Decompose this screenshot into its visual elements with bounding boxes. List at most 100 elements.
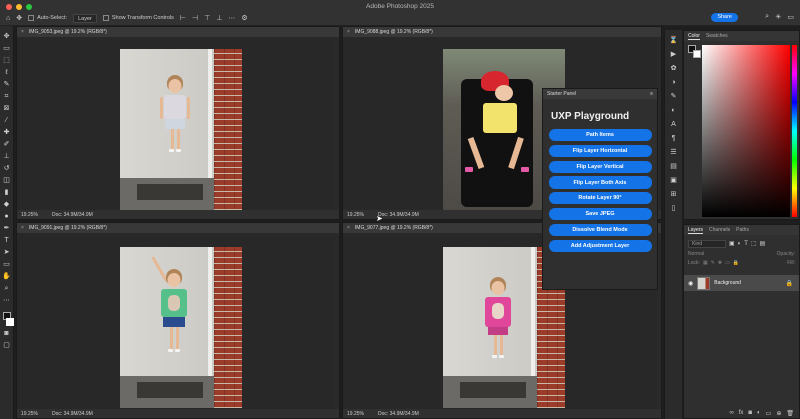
distribute-icon[interactable]: ⋯ [228, 15, 235, 22]
info-icon[interactable]: ⊞ [671, 190, 677, 199]
auto-select-checkbox[interactable] [28, 15, 35, 21]
move-tool-icon[interactable]: ✥ [16, 15, 22, 22]
tab-swatches[interactable]: Swatches [706, 33, 728, 39]
document-window-3[interactable]: × IMG_9091.jpeg @ 19.2% (RGB/8*) 19.25% … [16, 222, 340, 419]
share-button[interactable]: Share [711, 13, 738, 22]
layer-style-icon[interactable]: fx [739, 410, 744, 416]
paragraph-icon[interactable]: ¶ [672, 134, 676, 143]
blur-tool-icon[interactable]: ◆ [2, 200, 12, 209]
zoom-level[interactable]: 19.25% [21, 411, 38, 417]
eraser-tool-icon[interactable]: ◫ [2, 176, 12, 185]
artboard-tool-icon[interactable]: ▭ [2, 44, 12, 53]
align-top-icon[interactable]: ⊥ [216, 15, 222, 22]
flip-horizontal-button[interactable]: Flip Layer Horizontal [548, 144, 652, 158]
filter-smart-icon[interactable]: ▤ [760, 240, 766, 247]
plugins-icon[interactable]: ✿ [671, 64, 677, 73]
tab-paths[interactable]: Paths [736, 227, 749, 233]
crop-tool-icon[interactable]: ⌗ [2, 92, 12, 101]
background-color-swatch[interactable] [5, 318, 14, 326]
learn-icon[interactable]: ☀ [775, 13, 781, 21]
type-tool-icon[interactable]: T [2, 236, 12, 245]
frame-tool-icon[interactable]: ⊠ [2, 104, 12, 113]
new-layer-icon[interactable]: ⊕ [776, 410, 781, 417]
layer-kind-filter[interactable]: Kind [688, 239, 726, 248]
lock-paint-icon[interactable]: ✎ [711, 260, 715, 266]
align-left-icon[interactable]: ⊢ [180, 15, 186, 22]
edit-toolbar-icon[interactable]: ⋯ [2, 296, 12, 305]
navigator-icon[interactable]: ▯ [672, 204, 676, 213]
home-icon[interactable]: ⌂ [6, 15, 10, 22]
close-tab-icon[interactable]: × [347, 225, 350, 231]
vertical-scrollbar[interactable] [335, 233, 339, 409]
layer-row[interactable]: ◉ Background 🔒 [684, 275, 799, 291]
opacity-label[interactable]: Opacity: [777, 251, 795, 257]
glyphs-icon[interactable]: ▣ [670, 176, 677, 185]
rotate-layer-button[interactable]: Rotate Layer 90° [548, 192, 652, 205]
move-tool-icon[interactable]: ✥ [2, 32, 12, 41]
lasso-tool-icon[interactable]: ℓ [2, 68, 12, 77]
show-transform-checkbox[interactable] [102, 15, 109, 21]
close-tab-icon[interactable]: × [21, 225, 24, 231]
document-tab[interactable]: × IMG_9053.jpeg @ 19.2% (RGB/8*) [17, 27, 339, 37]
zoom-level[interactable]: 19.25% [347, 212, 364, 218]
zoom-level[interactable]: 19.25% [21, 212, 38, 218]
document-canvas[interactable] [17, 37, 339, 210]
show-transform-option[interactable]: Show Transform Controls [102, 15, 174, 21]
delete-layer-icon[interactable]: 🗑 [786, 410, 794, 417]
brush-settings-icon[interactable]: ✎ [671, 92, 677, 101]
hue-slider[interactable] [792, 45, 797, 217]
align-right-icon[interactable]: ⊤ [204, 15, 210, 22]
lock-all-icon[interactable]: 🔒 [733, 260, 739, 266]
path-items-button[interactable]: Path Items [548, 129, 652, 142]
adjustments-icon[interactable]: ◑ [671, 78, 675, 87]
save-jpeg-button[interactable]: Save JPEG [548, 207, 652, 221]
auto-select-option[interactable]: Auto-Select: [28, 15, 67, 21]
document-tab[interactable]: × IMG_9091.jpeg @ 19.2% (RGB/8*) [17, 223, 339, 233]
vertical-scrollbar[interactable] [335, 37, 339, 210]
starter-panel-header[interactable]: Starter Panel ≡ [543, 89, 657, 99]
lock-pixels-icon[interactable]: ▦ [703, 260, 708, 266]
rectangle-tool-icon[interactable]: ▭ [2, 260, 12, 269]
close-tab-icon[interactable]: × [347, 29, 350, 35]
libraries-icon[interactable]: ▤ [670, 162, 677, 171]
document-tab[interactable]: × IMG_9088.jpeg @ 19.2% (RGB/8*) [343, 27, 661, 37]
quick-mask-icon[interactable]: ◙ [2, 329, 12, 338]
screen-mode-icon[interactable]: ▢ [2, 341, 12, 350]
properties-icon[interactable]: ☰ [670, 148, 676, 157]
healing-brush-tool-icon[interactable]: ✚ [2, 128, 12, 137]
filter-type-icon[interactable]: T [744, 241, 748, 247]
color-field[interactable] [702, 45, 790, 217]
brush-tool-icon[interactable]: ✐ [2, 140, 12, 149]
learn-icon[interactable]: ◐ [671, 106, 675, 115]
pen-tool-icon[interactable]: ✒ [2, 224, 12, 233]
marquee-tool-icon[interactable]: ⬚ [2, 56, 12, 65]
zoom-tool-icon[interactable]: ⌕ [2, 284, 12, 293]
zoom-level[interactable]: 19.25% [347, 411, 364, 417]
history-icon[interactable]: ⌛ [669, 36, 678, 45]
flip-vertical-button[interactable]: Flip Layer Vertical [548, 160, 652, 173]
filter-pixel-icon[interactable]: ▣ [729, 240, 735, 247]
eyedropper-tool-icon[interactable]: ⁄ [2, 116, 12, 125]
gradient-tool-icon[interactable]: ▮ [2, 188, 12, 197]
layer-lock-icon[interactable]: 🔒 [786, 280, 793, 287]
hand-tool-icon[interactable]: ✋ [2, 272, 12, 281]
lock-position-icon[interactable]: ✥ [718, 260, 722, 266]
new-group-icon[interactable]: ▭ [766, 410, 772, 417]
document-window-1[interactable]: × IMG_9053.jpeg @ 19.2% (RGB/8*) 19.25% … [16, 26, 340, 220]
tab-color[interactable]: Color [688, 33, 700, 40]
auto-select-dropdown[interactable]: Layer [73, 13, 97, 23]
add-adjustment-layer-button[interactable]: Add Adjustment Layer [548, 239, 652, 252]
align-center-icon[interactable]: ⊣ [192, 15, 198, 22]
actions-icon[interactable]: ▶ [671, 50, 676, 59]
history-brush-tool-icon[interactable]: ↺ [2, 164, 12, 173]
lock-artboard-icon[interactable]: ▭ [725, 260, 730, 266]
filter-adjustment-icon[interactable]: ◐ [738, 241, 742, 247]
background-color-swatch[interactable] [693, 50, 701, 58]
visibility-eye-icon[interactable]: ◉ [688, 280, 693, 287]
path-select-tool-icon[interactable]: ➤ [2, 248, 12, 257]
search-icon[interactable]: ⌕ [765, 13, 769, 21]
add-mask-icon[interactable]: ◙ [748, 410, 752, 416]
clone-stamp-tool-icon[interactable]: ⊥ [2, 152, 12, 161]
new-adjustment-icon[interactable]: ◐ [757, 410, 761, 416]
character-icon[interactable]: A [671, 120, 676, 129]
